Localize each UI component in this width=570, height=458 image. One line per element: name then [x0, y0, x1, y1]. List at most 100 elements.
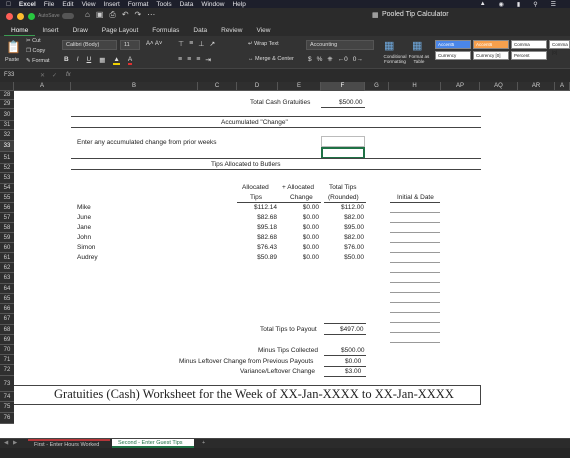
allocated-tips[interactable]: $50.89 — [257, 253, 277, 262]
row-header-56[interactable]: 56 — [0, 203, 14, 213]
number-format-select[interactable]: Accounting — [306, 40, 374, 50]
total-tips-rounded[interactable]: $82.00 — [344, 233, 364, 242]
row-header-67[interactable]: 67 — [0, 314, 14, 325]
style-comma[interactable]: Comma — [511, 40, 547, 49]
allocated-change[interactable]: $0.00 — [303, 243, 319, 252]
row-header-58[interactable]: 58 — [0, 223, 14, 233]
menu-insert[interactable]: Insert — [104, 1, 120, 8]
col-change-line2[interactable]: Change — [290, 193, 313, 202]
save-icon[interactable]: ▣ — [96, 10, 104, 20]
menu-edit[interactable]: Edit — [62, 1, 73, 8]
column-header-c[interactable]: C — [198, 82, 237, 91]
allocated-tips[interactable]: $82.68 — [257, 233, 277, 242]
butler-name[interactable]: Jane — [77, 223, 91, 232]
menu-file[interactable]: File — [44, 1, 54, 8]
butler-name[interactable]: Simon — [77, 243, 95, 252]
function-icon[interactable]: fx — [66, 72, 71, 78]
col-change-line1[interactable]: + Allocated — [282, 183, 314, 192]
cancel-icon[interactable]: ✕ — [40, 72, 45, 79]
menu-window[interactable]: Window — [201, 1, 224, 8]
align-center-icon[interactable]: ≡ — [187, 56, 191, 64]
name-box[interactable]: F33 — [4, 72, 14, 78]
spreadsheet-grid[interactable]: Total Cash Gratuities $500.00 Accumulate… — [14, 91, 570, 438]
row-header-75[interactable]: 75 — [0, 402, 14, 413]
row-header-59[interactable]: 59 — [0, 233, 14, 243]
sheet-tab-hours[interactable]: First - Enter Hours Worked — [28, 439, 110, 448]
font-name-select[interactable]: Calibri (Body) — [62, 40, 117, 50]
apple-icon[interactable]:  — [6, 1, 11, 8]
battery-icon[interactable]: ▮ — [517, 1, 520, 8]
paste-button[interactable]: Paste — [5, 57, 19, 63]
decrease-font-icon[interactable]: A˅ — [155, 41, 163, 47]
currency-button[interactable]: $ — [308, 56, 312, 64]
decrease-decimal-icon[interactable]: 0→ — [353, 56, 363, 64]
total-tips-rounded[interactable]: $76.00 — [344, 243, 364, 252]
prev-sheet-icon[interactable]: ◀ — [4, 440, 8, 446]
search-icon[interactable]: ⚲ — [533, 1, 537, 8]
wrap-text-button[interactable]: ↵ Wrap Text — [248, 41, 279, 47]
accumulated-change-header[interactable]: Accumulated "Change" — [221, 118, 288, 127]
more-icon[interactable]: ⋯ — [147, 10, 155, 20]
minus-leftover-value[interactable]: $0.00 — [345, 357, 361, 366]
row-header-53[interactable]: 53 — [0, 173, 14, 184]
format-table-icon[interactable]: ▦ — [412, 39, 422, 52]
style-comma0[interactable]: Comma [0] — [549, 40, 570, 55]
total-tips-rounded[interactable]: $82.00 — [344, 213, 364, 222]
enter-change-prompt[interactable]: Enter any accumulated change from prior … — [77, 138, 216, 147]
column-header-as[interactable]: A — [555, 82, 570, 91]
bold-icon[interactable]: B — [64, 56, 69, 65]
enter-icon[interactable]: ✓ — [52, 72, 57, 79]
column-header-ap[interactable]: AP — [441, 82, 480, 91]
row-header-72[interactable]: 72 — [0, 365, 14, 376]
butler-name[interactable]: John — [77, 233, 91, 242]
total-payout-label[interactable]: Total Tips to Payout — [260, 325, 317, 334]
style-percent[interactable]: Percent — [511, 51, 547, 60]
comma-style-icon[interactable]: ⎈ — [327, 56, 332, 64]
menu-view[interactable]: View — [82, 1, 96, 8]
row-header-63[interactable]: 63 — [0, 273, 14, 284]
change-input-cell[interactable] — [321, 136, 365, 147]
col-total-line2[interactable]: (Rounded) — [328, 193, 359, 202]
row-header-29[interactable]: 29 — [0, 100, 14, 109]
row-header-62[interactable]: 62 — [0, 263, 14, 273]
border-icon[interactable]: ▦ — [99, 56, 105, 65]
column-header-e[interactable]: E — [278, 82, 321, 91]
worksheet-banner[interactable]: Gratuities (Cash) Worksheet for the Week… — [54, 387, 454, 402]
style-currency[interactable]: Currency — [435, 51, 471, 60]
tab-draw[interactable]: Draw — [66, 25, 95, 36]
menu-data[interactable]: Data — [180, 1, 194, 8]
column-header-aq[interactable]: AQ — [480, 82, 518, 91]
column-header-h[interactable]: H — [389, 82, 441, 91]
row-header-31[interactable]: 31 — [0, 121, 14, 130]
paste-icon[interactable]: 📋 — [6, 40, 21, 54]
row-header-51[interactable]: 51 — [0, 152, 14, 164]
col-allocated-line2[interactable]: Tips — [250, 193, 262, 202]
fill-color-icon[interactable]: ▲ — [113, 56, 120, 65]
underline-icon[interactable]: U — [87, 56, 92, 65]
row-header-66[interactable]: 66 — [0, 304, 14, 314]
tips-allocated-header[interactable]: Tips Allocated to Butlers — [211, 160, 281, 169]
tab-view[interactable]: View — [249, 25, 277, 36]
next-sheet-icon[interactable]: ▶ — [13, 440, 17, 446]
row-header-61[interactable]: 61 — [0, 253, 14, 263]
redo-icon[interactable]: ↷ — [135, 10, 142, 20]
style-accent5[interactable]: Accent5 — [435, 40, 471, 49]
wifi-icon[interactable]: ◉ — [499, 1, 504, 8]
minimize-window-button[interactable] — [17, 13, 24, 20]
butler-name[interactable]: Audrey — [77, 253, 98, 262]
allocated-change[interactable]: $0.00 — [303, 203, 319, 212]
minus-collected-label[interactable]: Minus Tips Collected — [258, 346, 318, 355]
menu-app[interactable]: Excel — [19, 1, 36, 8]
font-color-icon[interactable]: A — [127, 56, 133, 65]
butler-name[interactable]: Mike — [77, 203, 91, 212]
col-total-line1[interactable]: Total Tips — [329, 183, 356, 192]
row-header-68[interactable]: 68 — [0, 325, 14, 335]
conditional-formatting-icon[interactable]: ▦ — [384, 39, 394, 52]
control-center-icon[interactable]: ☰ — [551, 1, 556, 8]
orientation-icon[interactable]: ↗ — [209, 40, 215, 48]
row-header-74[interactable]: 74 — [0, 392, 14, 402]
italic-icon[interactable]: I — [77, 56, 79, 65]
column-header-f[interactable]: F — [321, 82, 365, 91]
autosave-toggle[interactable] — [62, 13, 74, 19]
home-icon[interactable]: ⌂ — [85, 10, 90, 20]
